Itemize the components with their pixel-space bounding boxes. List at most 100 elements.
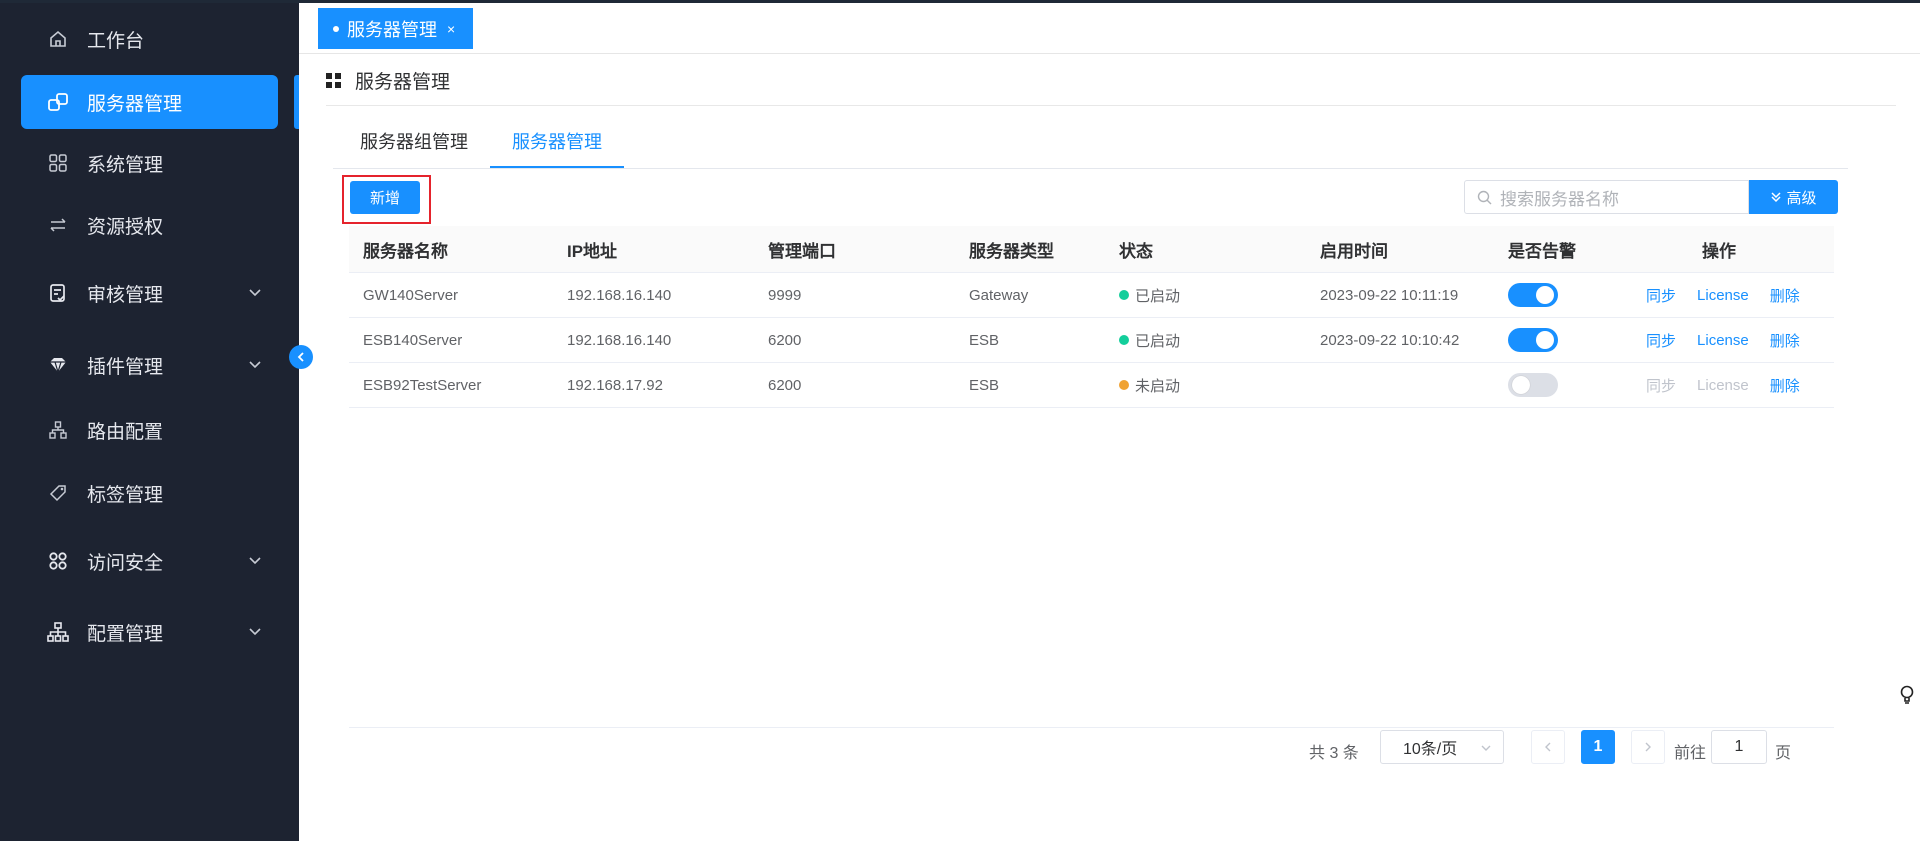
- alarm-toggle[interactable]: [1508, 373, 1558, 397]
- management-port: 6200: [768, 376, 802, 394]
- sidebar-item-label: 路由配置: [87, 421, 164, 443]
- advanced-search-button[interactable]: 高级: [1749, 180, 1838, 214]
- next-page-button[interactable]: [1631, 730, 1665, 764]
- sync-link[interactable]: 同步: [1646, 375, 1676, 396]
- goto-page-input[interactable]: 1: [1711, 730, 1767, 764]
- column-header: 操作: [1702, 241, 1736, 261]
- inner-tabs: 服务器组管理 服务器管理: [333, 115, 1848, 169]
- sidebar-item-label: 访问安全: [87, 552, 164, 574]
- grid-icon: [326, 72, 341, 88]
- chevron-left-icon: [297, 352, 304, 362]
- sidebar-item-label: 审核管理: [87, 284, 164, 306]
- sidebar-item-label: 插件管理: [87, 356, 164, 378]
- apps-grid-icon: [45, 150, 71, 176]
- management-port: 6200: [768, 331, 802, 349]
- sidebar-item-label: 标签管理: [87, 484, 164, 506]
- license-link[interactable]: License: [1697, 377, 1749, 394]
- page-number-button[interactable]: 1: [1581, 730, 1615, 764]
- home-icon: [45, 26, 71, 52]
- management-port: 9999: [768, 286, 802, 304]
- sidebar-item-workbench[interactable]: 工作台: [21, 12, 278, 66]
- sidebar-item-audit-management[interactable]: 审核管理: [21, 266, 278, 320]
- sidebar-item-server-management[interactable]: 服务器管理: [21, 75, 278, 129]
- tab-server-management-inner[interactable]: 服务器管理: [490, 115, 624, 168]
- alarm-toggle[interactable]: [1508, 283, 1558, 307]
- sidebar-item-label: 服务器管理: [87, 93, 183, 115]
- page-size-select[interactable]: 10条/页: [1380, 730, 1504, 764]
- server-icon: [45, 89, 71, 115]
- sync-link[interactable]: 同步: [1646, 330, 1676, 351]
- sidebar-item-label: 资源授权: [87, 216, 164, 238]
- server-name: GW140Server: [363, 286, 459, 304]
- operations: 同步 License 删除: [1646, 273, 1800, 317]
- lightbulb-icon[interactable]: [1900, 685, 1914, 705]
- ip-address: 192.168.16.140: [567, 286, 672, 304]
- status-dot-icon: [1119, 290, 1129, 300]
- delete-link[interactable]: 删除: [1770, 330, 1800, 351]
- diamond-icon: [45, 352, 71, 378]
- table-header: 服务器名称 IP地址 管理端口 服务器类型 状态 启用时间 是否告警 操作: [349, 226, 1834, 273]
- alarm-toggle-cell: [1508, 363, 1558, 407]
- sidebar-item-tag-management[interactable]: 标签管理: [21, 466, 278, 520]
- chevron-down-icon: [249, 289, 261, 297]
- column-header: 状态: [1119, 241, 1153, 261]
- sync-link[interactable]: 同步: [1646, 285, 1676, 306]
- table-row: GW140Server 192.168.16.140 9999 Gateway …: [349, 273, 1834, 318]
- ip-address: 192.168.16.140: [567, 331, 672, 349]
- ip-address: 192.168.17.92: [567, 376, 663, 394]
- license-link[interactable]: License: [1697, 287, 1749, 304]
- table-row: ESB140Server 192.168.16.140 6200 ESB 已启动…: [349, 318, 1834, 363]
- advanced-label: 高级: [1786, 189, 1817, 207]
- alarm-toggle[interactable]: [1508, 328, 1558, 352]
- operations: 同步 License 删除: [1646, 363, 1800, 407]
- sidebar-item-system-management[interactable]: 系统管理: [21, 136, 278, 190]
- status-text: 未启动: [1135, 377, 1181, 395]
- chevron-down-icon: [249, 557, 261, 565]
- search-input[interactable]: 搜索服务器名称: [1464, 180, 1749, 214]
- server-type: ESB: [969, 331, 1000, 349]
- chevron-right-icon: [1645, 742, 1651, 752]
- page-size-value: 10条/页: [1403, 741, 1458, 758]
- sidebar-item-plugin-management[interactable]: 插件管理: [21, 338, 278, 392]
- sidebar-item-access-security[interactable]: 访问安全: [21, 534, 278, 588]
- status-dot-icon: [1119, 335, 1129, 345]
- delete-link[interactable]: 删除: [1770, 285, 1800, 306]
- operations: 同步 License 删除: [1646, 318, 1800, 362]
- sidebar-item-label: 配置管理: [87, 623, 164, 645]
- search-placeholder: 搜索服务器名称: [1500, 189, 1619, 209]
- server-type: ESB: [969, 376, 1000, 394]
- sidebar-item-resource-auth[interactable]: 资源授权: [21, 198, 278, 252]
- column-header: 服务器名称: [363, 241, 448, 261]
- server-name: ESB92TestServer: [363, 376, 482, 394]
- alarm-toggle-cell: [1508, 318, 1558, 362]
- page-suffix: 页: [1775, 745, 1792, 762]
- add-button[interactable]: 新增: [350, 181, 420, 214]
- license-link[interactable]: License: [1697, 332, 1749, 349]
- sidebar-collapse-button[interactable]: [289, 345, 313, 369]
- table-row: ESB92TestServer 192.168.17.92 6200 ESB 未…: [349, 363, 1834, 408]
- status-text: 已启动: [1135, 287, 1181, 305]
- enable-time: 2023-09-22 10:10:42: [1320, 331, 1460, 349]
- goto-label: 前往: [1674, 745, 1707, 762]
- route-tree-icon: [45, 417, 71, 443]
- alarm-toggle-cell: [1508, 273, 1558, 317]
- status-dot-icon: [1119, 380, 1129, 390]
- tab-server-management[interactable]: 服务器管理 ×: [318, 8, 474, 49]
- column-header: 是否告警: [1508, 241, 1576, 261]
- column-header: 服务器类型: [969, 241, 1054, 261]
- sidebar-item-route-config[interactable]: 路由配置: [21, 403, 278, 457]
- active-indicator: [294, 75, 299, 129]
- search-icon: [1477, 190, 1492, 204]
- prev-page-button[interactable]: [1531, 730, 1565, 764]
- status: 已启动: [1119, 318, 1180, 362]
- chevron-left-icon: [1545, 742, 1551, 752]
- active-dot: [333, 25, 339, 32]
- transfer-icon: [45, 212, 71, 238]
- sidebar-item-config-management[interactable]: 配置管理: [21, 605, 278, 659]
- sidebar-item-label: 系统管理: [87, 154, 164, 176]
- audit-doc-icon: [45, 280, 71, 306]
- status: 已启动: [1119, 273, 1180, 317]
- tab-server-group-management[interactable]: 服务器组管理: [360, 115, 468, 167]
- close-icon[interactable]: ×: [447, 21, 455, 37]
- delete-link[interactable]: 删除: [1770, 375, 1800, 396]
